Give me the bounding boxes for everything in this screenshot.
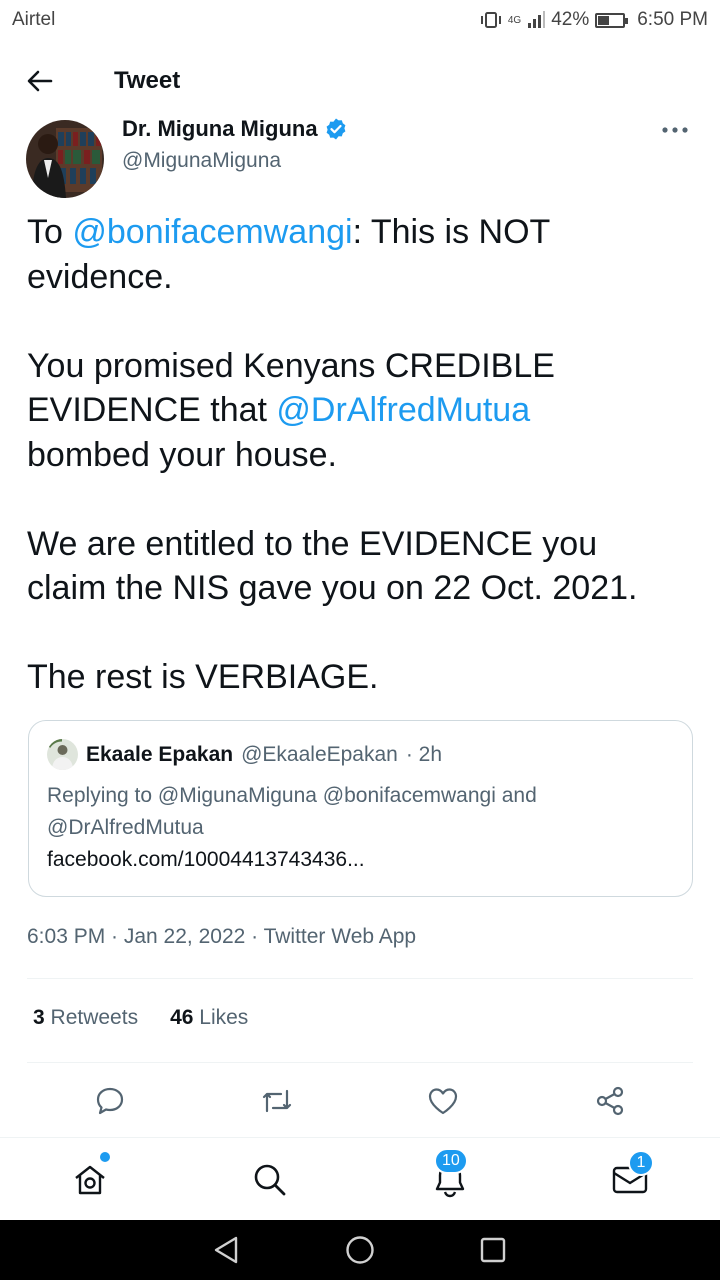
carrier-label: Airtel [12,9,56,30]
signal-icon [528,11,546,28]
vibrate-icon [480,12,501,28]
nav-search[interactable] [240,1150,300,1210]
top-bar: Tweet [0,52,720,110]
clock: 6:50 PM [637,9,708,30]
battery-percent: 42% [551,9,590,30]
back-button[interactable] [0,52,80,110]
retweets-label: Retweets [50,1006,139,1029]
triangle-back-icon [214,1236,238,1264]
more-horizontal-icon [662,127,688,133]
author-name: Dr. Miguna Miguna [122,116,318,141]
more-options-button[interactable] [660,120,690,140]
notifications-badge: 10 [434,1148,468,1174]
nav-home[interactable] [60,1150,120,1210]
mention-link[interactable]: @bonifacemwangi [72,213,352,251]
tweet-text: To @bonifacemwangi: This is NOT evidence… [27,210,696,700]
tweet-text-segment: bombed your house. We are entitled to th… [27,435,638,697]
tweet-actions [0,1078,720,1124]
battery-icon [595,12,629,28]
divider [27,978,693,979]
quoted-link[interactable]: facebook.com/10004413743436... [47,848,674,872]
home-icon [75,1165,105,1195]
bottom-navigation: 10 1 [0,1137,720,1220]
system-back-button[interactable] [210,1234,242,1266]
tweet-author: Dr. Miguna Miguna @MigunaMiguna [26,112,700,198]
reply-icon [96,1087,124,1115]
verified-badge-icon [326,118,345,140]
quoted-tweet-time: · 2h [405,742,443,766]
engagement-stats: 3 Retweets 46 Likes [33,1006,248,1030]
share-button[interactable] [587,1078,633,1124]
divider [27,1062,693,1063]
tweet-timestamp: 6:03 PM · Jan 22, 2022 · Twitter Web App [27,925,417,948]
arrow-left-icon [27,70,53,92]
retweet-icon [262,1089,292,1113]
status-bar: Airtel 4G 42% 6:50 PM [0,0,720,40]
system-navigation-bar [0,1220,720,1280]
like-icon [428,1088,458,1115]
likes-count: 46 [170,1006,194,1029]
quoted-reply-context: Replying to @MigunaMiguna @bonifacemwang… [47,780,674,844]
home-unread-dot [100,1152,110,1162]
circle-home-icon [346,1236,374,1264]
likes-label: Likes [199,1006,249,1029]
messages-badge: 1 [628,1150,654,1176]
nav-notifications[interactable]: 10 [420,1148,480,1210]
reply-line: Replying to @MigunaMiguna @bonifacemwang… [47,784,537,807]
page-title: Tweet [114,67,181,94]
square-recents-icon [480,1237,506,1263]
author-name-row[interactable]: Dr. Miguna Miguna [122,116,348,142]
quoted-tweet-header: Ekaale Epakan @EkaaleEpakan · 2h [47,739,674,770]
system-home-button[interactable] [344,1234,376,1266]
like-button[interactable] [420,1078,466,1124]
nav-messages[interactable]: 1 [600,1150,660,1210]
reply-line: @DrAlfredMutua [47,816,204,839]
quoted-author-handle: @EkaaleEpakan [241,742,398,766]
quoted-tweet-card[interactable]: Ekaale Epakan @EkaaleEpakan · 2h Replyin… [28,720,693,897]
quoted-author-name: Ekaale Epakan [86,742,234,766]
tweet-text-segment: To [27,213,73,251]
system-recents-button[interactable] [477,1234,509,1266]
search-icon [254,1164,286,1196]
likes-stat[interactable]: 46 Likes [170,1006,248,1030]
network-label: 4G [507,15,522,26]
share-icon [596,1086,624,1116]
quoted-author-avatar [47,739,78,770]
retweet-button[interactable] [254,1078,300,1124]
mention-link[interactable]: @DrAlfredMutua [276,391,530,429]
retweets-count: 3 [33,1006,45,1029]
status-icons: 4G 42% 6:50 PM [480,9,708,31]
author-avatar[interactable] [26,120,104,198]
retweets-stat[interactable]: 3 Retweets [33,1006,138,1030]
author-handle[interactable]: @MigunaMiguna [122,149,281,173]
reply-button[interactable] [87,1078,133,1124]
